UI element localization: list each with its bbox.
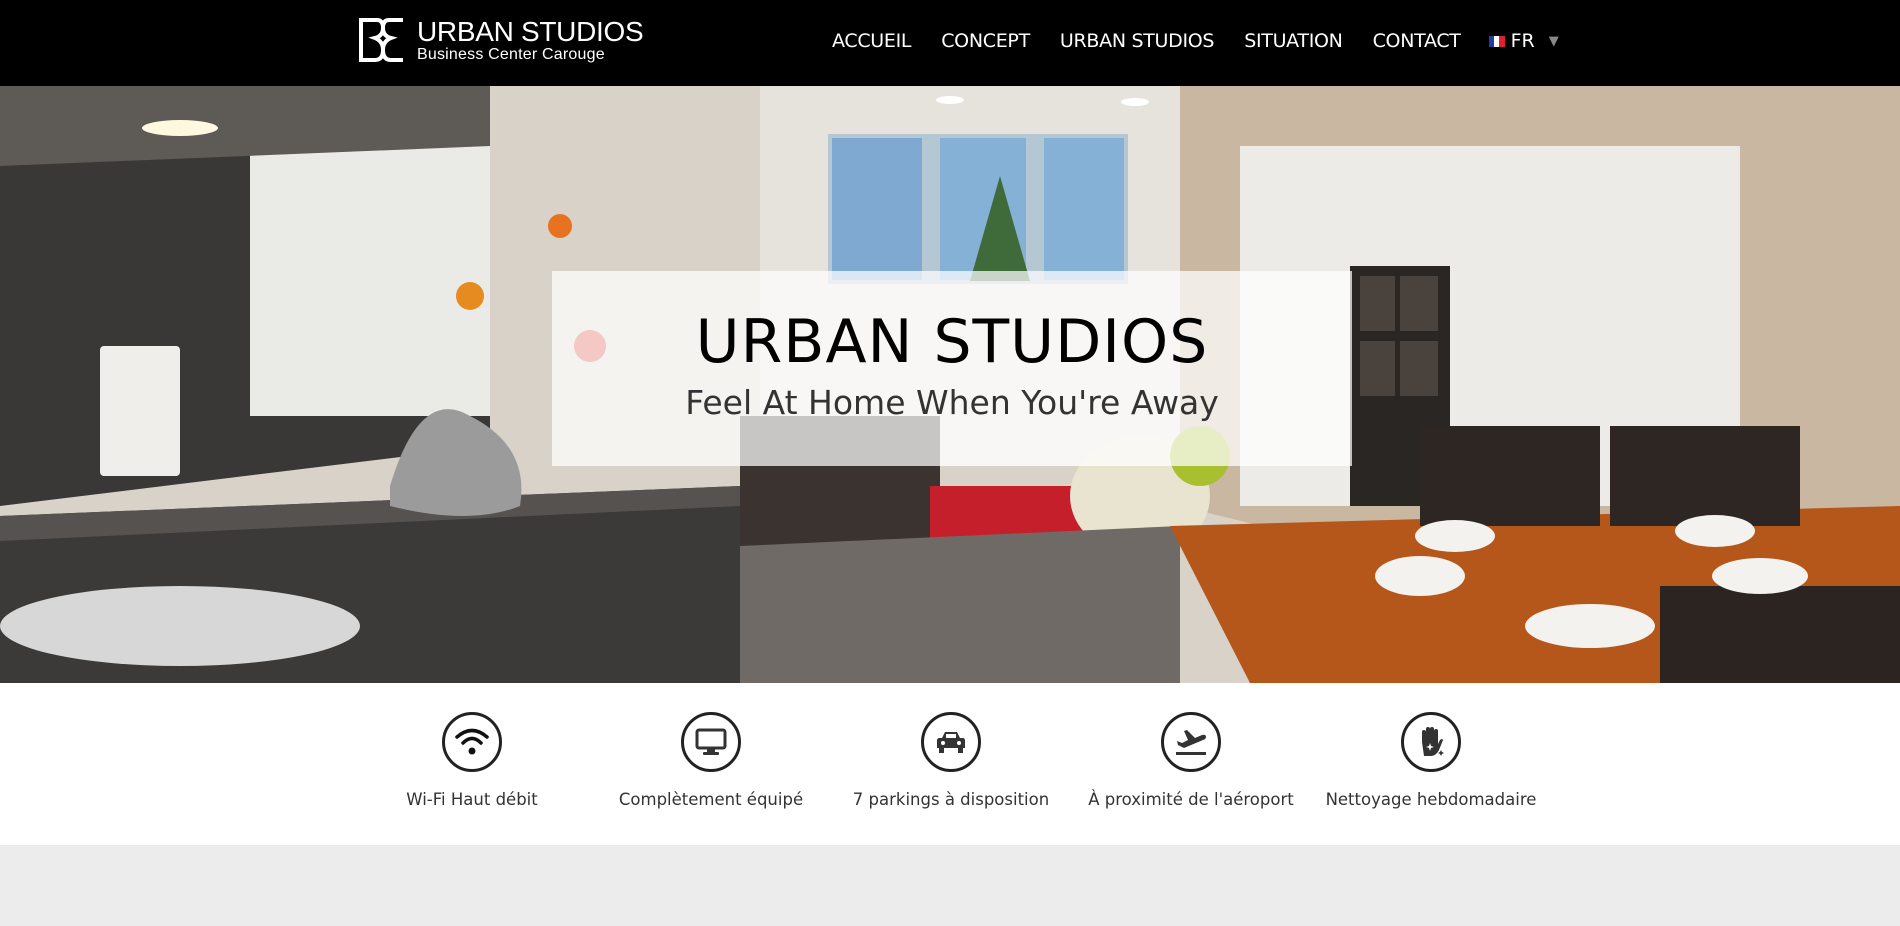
feature-label: Nettoyage hebdomadaire — [1325, 790, 1537, 809]
feature-label: Wi-Fi Haut débit — [406, 790, 538, 809]
caret-down-icon: ▼ — [1548, 33, 1559, 49]
feature-label: 7 parkings à disposition — [852, 790, 1050, 809]
hero-subtitle: Feel At Home When You're Away — [685, 383, 1219, 422]
feature-label: À proximité de l'aéroport — [1088, 790, 1294, 809]
nav-accueil[interactable]: ACCUEIL — [832, 30, 912, 52]
logo-subtitle: Business Center Carouge — [417, 45, 605, 63]
feature-wifi: Wi-Fi Haut débit — [362, 712, 582, 809]
car-icon — [921, 712, 981, 772]
nav-contact[interactable]: CONTACT — [1373, 30, 1461, 52]
language-label: FR — [1510, 30, 1535, 52]
wifi-icon — [442, 712, 502, 772]
feature-label: Complètement équipé — [618, 790, 804, 809]
logo-title: URBAN STUDIOS — [417, 15, 644, 47]
feature-cleaning: Nettoyage hebdomadaire — [1321, 712, 1541, 809]
airplane-icon — [1161, 712, 1221, 772]
hero-caption-box: URBAN STUDIOS Feel At Home When You're A… — [552, 271, 1352, 466]
nav-concept[interactable]: CONCEPT — [941, 30, 1030, 52]
feature-equipped: Complètement équipé — [601, 712, 821, 809]
language-selector[interactable]: FR ▼ — [1488, 30, 1559, 52]
nav-urban-studios[interactable]: URBAN STUDIOS — [1060, 30, 1215, 52]
monitor-icon — [681, 712, 741, 772]
hero-title: URBAN STUDIOS — [695, 307, 1209, 377]
nav-situation[interactable]: SITUATION — [1244, 30, 1343, 52]
french-flag-icon — [1488, 35, 1505, 47]
top-navigation-bar: URBAN STUDIOS Business Center Carouge AC… — [0, 0, 1900, 86]
features-strip: Wi-Fi Haut débit Complètement équipé 7 p… — [0, 683, 1900, 845]
site-logo[interactable]: URBAN STUDIOS Business Center Carouge — [357, 15, 644, 64]
main-nav: ACCUEIL CONCEPT URBAN STUDIOS SITUATION … — [832, 30, 1559, 52]
cleaning-hand-icon — [1401, 712, 1461, 772]
logo-mark-icon — [359, 18, 403, 62]
content-section-background — [0, 845, 1900, 926]
feature-parking: 7 parkings à disposition — [841, 712, 1061, 809]
feature-airport: À proximité de l'aéroport — [1081, 712, 1301, 809]
hero-banner: URBAN STUDIOS Feel At Home When You're A… — [0, 86, 1900, 683]
